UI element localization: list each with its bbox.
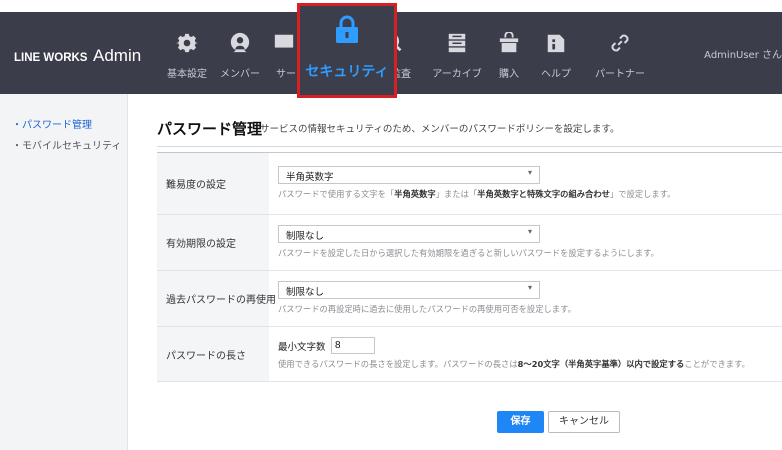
help-text-part: 使用できるパスワードの長さを設定します。パスワードの長さは [278,359,518,369]
sidebar-item-password[interactable]: ・パスワード管理 [12,116,92,131]
chevron-down-icon: ▾ [527,283,532,292]
purchase-icon [499,32,519,53]
setting-row-length: パスワードの長さ 最小文字数 使用できるパスワードの長さを設定します。パスワード… [157,327,782,382]
member-icon [230,32,250,53]
help-icon [547,34,565,53]
sidebar: ・パスワード管理 ・モバイルセキュリティ [0,94,128,450]
setting-field: 半角英数字 ▾ パスワードで使用する文字を「半角英数字」または「半角英数字と特殊… [278,166,675,200]
setting-field: 最小文字数 使用できるパスワードの長さを設定します。パスワードの長さは8～20文… [278,337,750,370]
setting-label: パスワードの長さ [157,327,269,381]
select-value: 制限なし [286,231,325,242]
chevron-down-icon: ▾ [527,168,532,177]
select-value: 制限なし [286,287,325,298]
partner-icon [611,34,629,52]
nav-help[interactable]: ヘルプ [538,12,574,94]
setting-field: 制限なし ▾ パスワードを設定した日から選択した有効期限を過ぎると新しいパスワー… [278,225,659,259]
min-length-input[interactable] [331,337,376,354]
sidebar-item-mobile-security[interactable]: ・モバイルセキュリティ [12,137,121,152]
nav-purchase[interactable]: 購入 [492,12,526,94]
help-text: パスワードを設定した日から選択した有効期限を過ぎると新しいパスワードを設定するよ… [278,248,659,258]
help-text: パスワードの再設定時に過去に使用したパスワードの再使用可否を設定します。 [278,304,576,314]
help-text: 使用できるパスワードの長さを設定します。パスワードの長さは8～20文字（半角英字… [278,358,750,370]
reuse-select[interactable]: 制限なし ▾ [278,281,540,299]
nav-label: アーカイブ [432,69,482,80]
brand-name: LINE WORKS [14,52,88,64]
title-divider [157,146,782,147]
service-icon [274,34,294,48]
chevron-down-icon: ▾ [527,227,532,236]
help-emphasis: 半角英数字と特殊文字の組み合わせ [477,189,610,199]
nav-security-active[interactable]: セキュリティ [297,3,397,98]
sidebar-item-label: モバイルセキュリティ [22,141,122,152]
nav-label: セキュリティ [305,64,389,80]
nav-label: メンバー [220,69,260,80]
user-menu[interactable]: AdminUser さん [704,46,782,61]
archive-icon [448,33,466,53]
lock-icon [336,15,358,43]
app-logo[interactable]: LINE WORKS Admin [14,46,141,66]
setting-label: 過去パスワードの再使用 [157,271,276,326]
nav-partner[interactable]: パートナー [590,12,650,94]
nav-archive[interactable]: アーカイブ [428,12,486,94]
setting-label: 有効期限の設定 [157,215,269,270]
cancel-button[interactable]: キャンセル [548,411,620,433]
nav-basic-settings[interactable]: 基本設定 [162,12,212,94]
setting-field: 制限なし ▾ パスワードの再設定時に過去に使用したパスワードの再使用可否を設定し… [278,281,576,315]
help-emphasis: 半角英数字 [394,189,436,199]
help-text-part: パスワードで使用する文字を「 [278,189,395,199]
sidebar-item-label: パスワード管理 [22,120,92,131]
nav-security-inner: セキュリティ [300,6,394,95]
help-text-part: ことができます。 [684,359,750,369]
page-title: パスワード管理 [157,120,263,138]
help-text-part: 」で設定します。 [609,189,676,199]
gear-icon [176,33,198,53]
difficulty-select[interactable]: 半角英数字 ▾ [278,166,540,184]
nav-label: ヘルプ [541,69,571,80]
setting-label: 難易度の設定 [157,153,269,214]
help-emphasis: 8～20文字（半角英字基準）以内で設定する [517,359,685,369]
select-value: 半角英数字 [286,172,334,183]
save-button[interactable]: 保存 [497,411,544,433]
nav-members[interactable]: メンバー [215,12,265,94]
nav-label: パートナー [595,69,645,80]
expiry-select[interactable]: 制限なし ▾ [278,225,540,243]
setting-row-difficulty: 難易度の設定 半角英数字 ▾ パスワードで使用する文字を「半角英数字」または「半… [157,153,782,215]
nav-label: 基本設定 [167,69,207,80]
page-description: サービスの情報セキュリティのため、メンバーのパスワードポリシーを設定します。 [260,124,620,135]
settings-table: 難易度の設定 半角英数字 ▾ パスワードで使用する文字を「半角英数字」または「半… [157,152,782,382]
setting-row-expiry: 有効期限の設定 制限なし ▾ パスワードを設定した日から選択した有効期限を過ぎる… [157,215,782,271]
help-text: パスワードで使用する文字を「半角英数字」または「半角英数字と特殊文字の組み合わせ… [278,188,675,200]
setting-row-reuse: 過去パスワードの再使用 制限なし ▾ パスワードの再設定時に過去に使用したパスワ… [157,271,782,327]
help-text-part: 」または「 [435,189,478,199]
product-name: Admin [92,46,142,65]
min-length-label: 最小文字数 [278,341,326,353]
nav-label: 購入 [499,69,519,80]
